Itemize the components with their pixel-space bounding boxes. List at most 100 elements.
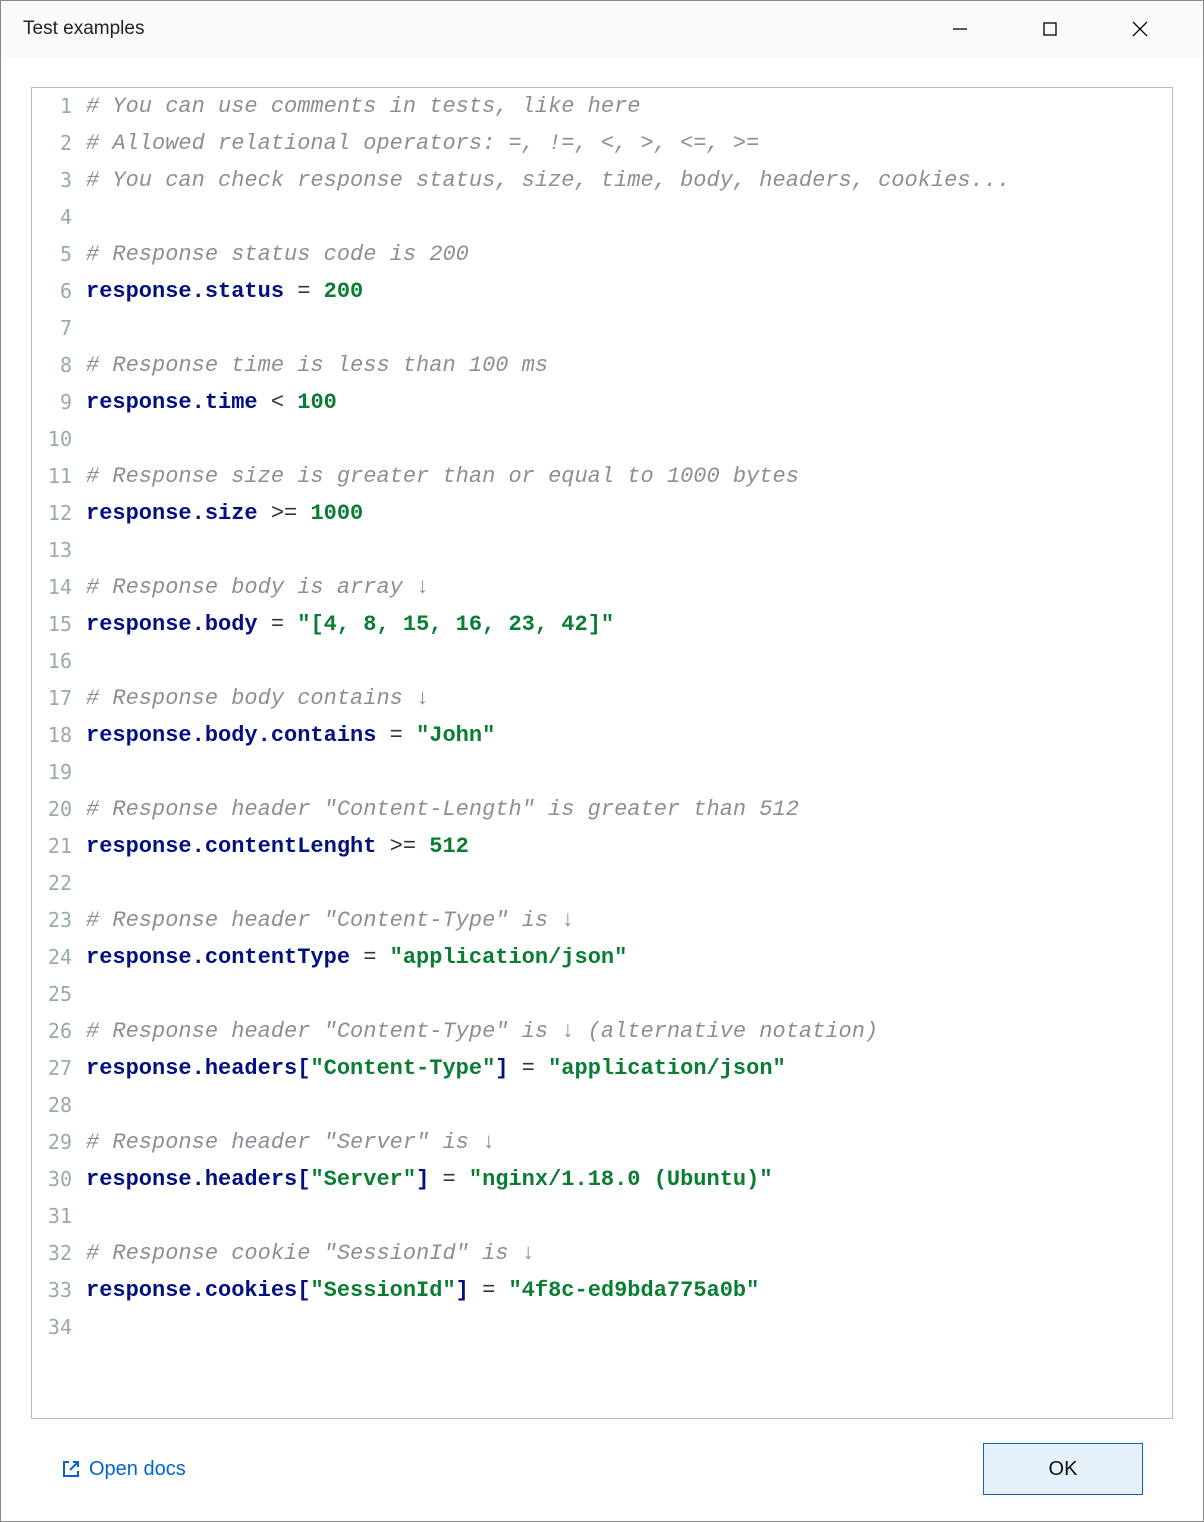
code-line[interactable]: 10	[32, 421, 1172, 458]
code-line[interactable]: 12response.size >= 1000	[32, 495, 1172, 532]
line-number: 21	[32, 828, 82, 865]
code-line[interactable]: 26# Response header "Content-Type" is ↓ …	[32, 1013, 1172, 1050]
line-number: 22	[32, 865, 82, 902]
code-text: response.headers["Content-Type"] = "appl…	[82, 1050, 786, 1087]
maximize-button[interactable]	[1005, 1, 1095, 57]
code-text: # Response status code is 200	[82, 236, 469, 273]
line-number: 3	[32, 162, 82, 199]
code-line[interactable]: 31	[32, 1198, 1172, 1235]
code-text: # Response body contains ↓	[82, 680, 429, 717]
code-text: # Response header "Content-Type" is ↓	[82, 902, 574, 939]
titlebar: Test examples	[1, 1, 1203, 57]
line-number: 29	[32, 1124, 82, 1161]
code-text: # Response cookie "SessionId" is ↓	[82, 1235, 535, 1272]
line-number: 15	[32, 606, 82, 643]
code-text	[82, 865, 99, 902]
line-number: 27	[32, 1050, 82, 1087]
line-number: 20	[32, 791, 82, 828]
code-line[interactable]: 8# Response time is less than 100 ms	[32, 347, 1172, 384]
code-line[interactable]: 9response.time < 100	[32, 384, 1172, 421]
line-number: 30	[32, 1161, 82, 1198]
line-number: 24	[32, 939, 82, 976]
code-line[interactable]: 29# Response header "Server" is ↓	[32, 1124, 1172, 1161]
code-editor[interactable]: 1# You can use comments in tests, like h…	[31, 87, 1173, 1419]
code-line[interactable]: 13	[32, 532, 1172, 569]
code-text: # Response header "Content-Length" is gr…	[82, 791, 799, 828]
minimize-icon	[951, 20, 969, 38]
code-line[interactable]: 7	[32, 310, 1172, 347]
code-line[interactable]: 1# You can use comments in tests, like h…	[32, 88, 1172, 125]
line-number: 14	[32, 569, 82, 606]
line-number: 34	[32, 1309, 82, 1346]
code-text: # Response time is less than 100 ms	[82, 347, 548, 384]
footer: Open docs OK	[31, 1419, 1173, 1521]
open-docs-link[interactable]: Open docs	[61, 1458, 186, 1481]
code-line[interactable]: 3# You can check response status, size, …	[32, 162, 1172, 199]
code-line[interactable]: 16	[32, 643, 1172, 680]
code-line[interactable]: 15response.body = "[4, 8, 15, 16, 23, 42…	[32, 606, 1172, 643]
close-icon	[1131, 20, 1149, 38]
code-text: response.body.contains = "John"	[82, 717, 495, 754]
code-text	[82, 643, 99, 680]
code-line[interactable]: 34	[32, 1309, 1172, 1346]
line-number: 17	[32, 680, 82, 717]
code-line[interactable]: 21response.contentLenght >= 512	[32, 828, 1172, 865]
code-text	[82, 754, 99, 791]
code-text	[82, 310, 99, 347]
line-number: 19	[32, 754, 82, 791]
window-controls	[915, 1, 1185, 57]
line-number: 12	[32, 495, 82, 532]
code-text: # Response header "Content-Type" is ↓ (a…	[82, 1013, 878, 1050]
code-line[interactable]: 33response.cookies["SessionId"] = "4f8c-…	[32, 1272, 1172, 1309]
code-text	[82, 421, 99, 458]
code-text: response.cookies["SessionId"] = "4f8c-ed…	[82, 1272, 759, 1309]
close-button[interactable]	[1095, 1, 1185, 57]
code-line[interactable]: 4	[32, 199, 1172, 236]
code-line[interactable]: 27response.headers["Content-Type"] = "ap…	[32, 1050, 1172, 1087]
external-link-icon	[61, 1459, 81, 1479]
code-line[interactable]: 19	[32, 754, 1172, 791]
code-text: # You can use comments in tests, like he…	[82, 88, 641, 125]
line-number: 2	[32, 125, 82, 162]
code-line[interactable]: 2# Allowed relational operators: =, !=, …	[32, 125, 1172, 162]
line-number: 11	[32, 458, 82, 495]
line-number: 5	[32, 236, 82, 273]
code-line[interactable]: 28	[32, 1087, 1172, 1124]
code-line[interactable]: 30response.headers["Server"] = "nginx/1.…	[32, 1161, 1172, 1198]
code-text: response.size >= 1000	[82, 495, 363, 532]
code-text: # Response header "Server" is ↓	[82, 1124, 495, 1161]
code-line[interactable]: 24response.contentType = "application/js…	[32, 939, 1172, 976]
code-line[interactable]: 22	[32, 865, 1172, 902]
line-number: 31	[32, 1198, 82, 1235]
line-number: 18	[32, 717, 82, 754]
code-line[interactable]: 32# Response cookie "SessionId" is ↓	[32, 1235, 1172, 1272]
code-line[interactable]: 23# Response header "Content-Type" is ↓	[32, 902, 1172, 939]
line-number: 25	[32, 976, 82, 1013]
ok-button[interactable]: OK	[983, 1443, 1143, 1495]
line-number: 13	[32, 532, 82, 569]
code-text: response.body = "[4, 8, 15, 16, 23, 42]"	[82, 606, 614, 643]
line-number: 28	[32, 1087, 82, 1124]
code-text: response.time < 100	[82, 384, 337, 421]
code-line[interactable]: 5# Response status code is 200	[32, 236, 1172, 273]
code-text	[82, 532, 99, 569]
code-line[interactable]: 6response.status = 200	[32, 273, 1172, 310]
code-text	[82, 1198, 99, 1235]
code-line[interactable]: 11# Response size is greater than or equ…	[32, 458, 1172, 495]
code-line[interactable]: 18response.body.contains = "John"	[32, 717, 1172, 754]
line-number: 1	[32, 88, 82, 125]
code-line[interactable]: 25	[32, 976, 1172, 1013]
line-number: 32	[32, 1235, 82, 1272]
code-text	[82, 199, 99, 236]
content-area: 1# You can use comments in tests, like h…	[1, 57, 1203, 1521]
line-number: 8	[32, 347, 82, 384]
line-number: 33	[32, 1272, 82, 1309]
code-line[interactable]: 17# Response body contains ↓	[32, 680, 1172, 717]
line-number: 16	[32, 643, 82, 680]
code-text: response.status = 200	[82, 273, 363, 310]
code-line[interactable]: 20# Response header "Content-Length" is …	[32, 791, 1172, 828]
line-number: 23	[32, 902, 82, 939]
minimize-button[interactable]	[915, 1, 1005, 57]
code-text: # Response size is greater than or equal…	[82, 458, 799, 495]
code-line[interactable]: 14# Response body is array ↓	[32, 569, 1172, 606]
